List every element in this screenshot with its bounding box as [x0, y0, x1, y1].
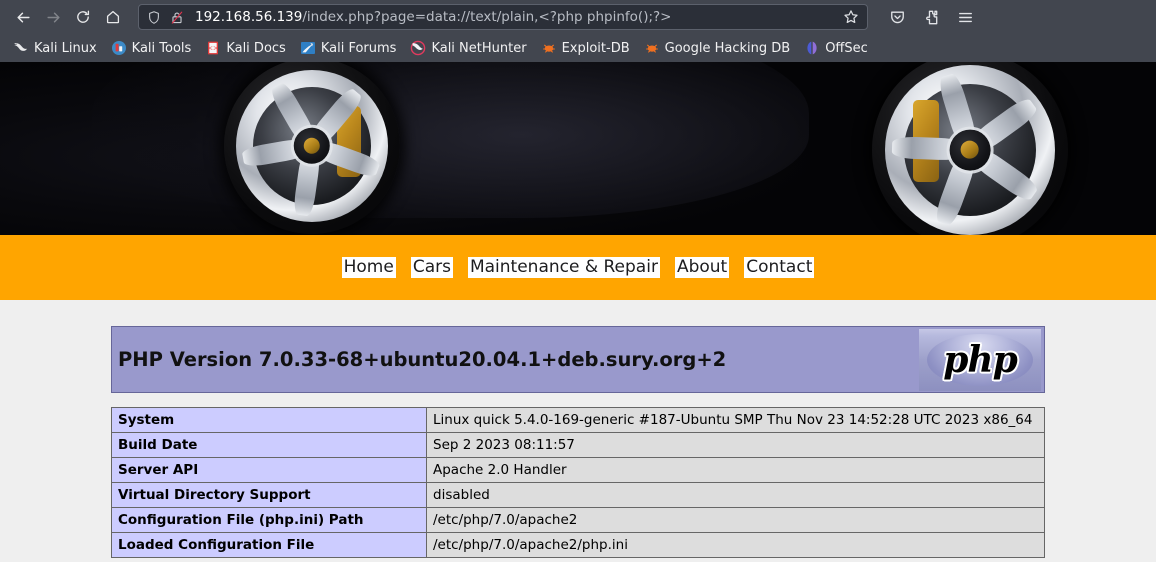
exploit-db-icon [542, 44, 555, 53]
offsec-icon [807, 41, 817, 55]
url-host: 192.168.56.139 [195, 9, 303, 25]
address-bar[interactable]: 192.168.56.139/index.php?page=data://tex… [138, 4, 868, 30]
bookmarks-bar: Kali Linux Kali Tools <> Kali Docs Kali … [0, 34, 1156, 62]
bookmark-label: Kali Tools [131, 40, 192, 56]
phpinfo-table: System Linux quick 5.4.0-169-generic #18… [111, 407, 1045, 558]
shield-icon[interactable] [147, 10, 161, 25]
table-cell-key: Build Date [111, 432, 427, 458]
bookmark-google-hacking-db[interactable]: Google Hacking DB [637, 37, 798, 59]
address-bar-icons [147, 10, 184, 25]
kali-dragon-icon [14, 43, 28, 51]
alloy-rim-left [236, 70, 388, 222]
table-row: Loaded Configuration File /etc/php/7.0/a… [111, 532, 1045, 558]
table-row: Virtual Directory Support disabled [111, 482, 1045, 508]
app-menu-button[interactable] [950, 3, 980, 31]
reload-icon [77, 10, 90, 23]
table-cell-value: disabled [426, 482, 1045, 508]
table-cell-key: Configuration File (php.ini) Path [111, 507, 427, 533]
hub-emblem-left [303, 137, 321, 155]
bookmark-star-button[interactable] [843, 9, 859, 25]
bookmark-label: Kali NetHunter [431, 40, 527, 56]
google-hacking-db-icon [645, 44, 658, 53]
car-wheel-left [224, 62, 400, 234]
alloy-rim-right [885, 65, 1055, 235]
hub-emblem-right [961, 141, 979, 159]
kali-tools-icon [111, 41, 126, 55]
hamburger-menu-icon [958, 12, 972, 22]
hero-banner-image [0, 62, 1156, 235]
arrow-left-icon [16, 12, 30, 22]
phpinfo-output: PHP Version 7.0.33-68+ubuntu20.04.1+deb.… [0, 300, 1156, 558]
table-cell-key: Loaded Configuration File [111, 532, 427, 558]
site-navigation: Home Cars Maintenance & Repair About Con… [0, 235, 1156, 300]
nav-link-cars[interactable]: Cars [410, 257, 453, 278]
browser-chrome: 192.168.56.139/index.php?page=data://tex… [0, 0, 1156, 62]
car-body-silhouette [92, 62, 810, 218]
nav-link-maintenance-repair[interactable]: Maintenance & Repair [467, 257, 660, 278]
bookmark-label: OffSec [825, 40, 868, 56]
nav-link-contact[interactable]: Contact [744, 257, 815, 278]
table-cell-value: /etc/php/7.0/apache2/php.ini [426, 532, 1045, 558]
bookmark-label: Kali Forums [320, 40, 397, 56]
forward-button[interactable] [38, 3, 68, 31]
kali-forums-icon [300, 42, 315, 54]
bookmark-kali-docs[interactable]: <> Kali Docs [198, 37, 293, 59]
pocket-icon [890, 11, 904, 23]
php-version-title: PHP Version 7.0.33-68+ubuntu20.04.1+deb.… [118, 348, 727, 371]
table-cell-key: Virtual Directory Support [111, 482, 427, 508]
extensions-button[interactable] [916, 3, 946, 31]
puzzle-piece-icon [925, 10, 937, 24]
browser-toolbar: 192.168.56.139/index.php?page=data://tex… [0, 0, 1156, 34]
url-text[interactable]: 192.168.56.139/index.php?page=data://tex… [195, 5, 837, 29]
table-cell-value: Linux quick 5.4.0-169-generic #187-Ubunt… [426, 407, 1045, 433]
reload-button[interactable] [68, 3, 98, 31]
table-cell-key: Server API [111, 457, 427, 483]
back-button[interactable] [8, 3, 38, 31]
php-logo: php [919, 328, 1041, 391]
page-content: Home Cars Maintenance & Repair About Con… [0, 62, 1156, 560]
bookmark-kali-tools[interactable]: Kali Tools [104, 37, 199, 59]
star-icon [844, 10, 858, 24]
table-row: Server API Apache 2.0 Handler [111, 457, 1045, 483]
table-row: System Linux quick 5.4.0-169-generic #18… [111, 407, 1045, 433]
table-row: Build Date Sep 2 2023 08:11:57 [111, 432, 1045, 458]
table-row: Configuration File (php.ini) Path /etc/p… [111, 507, 1045, 533]
table-cell-value: Sep 2 2023 08:11:57 [426, 432, 1045, 458]
pocket-button[interactable] [882, 3, 912, 31]
bookmark-kali-linux[interactable]: Kali Linux [6, 37, 104, 59]
bookmark-label: Kali Linux [34, 40, 97, 56]
bookmark-exploit-db[interactable]: Exploit-DB [534, 37, 637, 59]
nav-link-about[interactable]: About [674, 257, 730, 278]
home-button[interactable] [98, 3, 128, 31]
home-icon [106, 10, 120, 24]
bookmark-label: Exploit-DB [561, 40, 630, 56]
table-cell-key: System [111, 407, 427, 433]
kali-docs-icon: <> [208, 41, 219, 55]
kali-nethunter-icon [411, 40, 426, 56]
wheel-hub-right [949, 129, 991, 171]
bookmark-offsec[interactable]: OffSec [797, 37, 875, 59]
table-cell-value: /etc/php/7.0/apache2 [426, 507, 1045, 533]
bookmark-label: Kali Docs [226, 40, 286, 56]
url-path: /index.php?page=data://text/plain,<?php … [302, 9, 672, 25]
nav-link-home[interactable]: Home [341, 257, 396, 278]
php-version-banner: PHP Version 7.0.33-68+ubuntu20.04.1+deb.… [111, 326, 1045, 393]
bookmark-kali-forums[interactable]: Kali Forums [293, 37, 404, 59]
bookmark-label: Google Hacking DB [664, 40, 791, 56]
browser-toolbar-right [882, 3, 980, 31]
lock-broken-icon[interactable] [170, 10, 184, 25]
php-logo-text: php [943, 338, 1018, 381]
bookmark-kali-nethunter[interactable]: Kali NetHunter [403, 37, 533, 59]
car-wheel-right [872, 62, 1068, 235]
table-cell-value: Apache 2.0 Handler [426, 457, 1045, 483]
svg-text:<>: <> [208, 44, 219, 52]
arrow-right-icon [46, 12, 60, 22]
